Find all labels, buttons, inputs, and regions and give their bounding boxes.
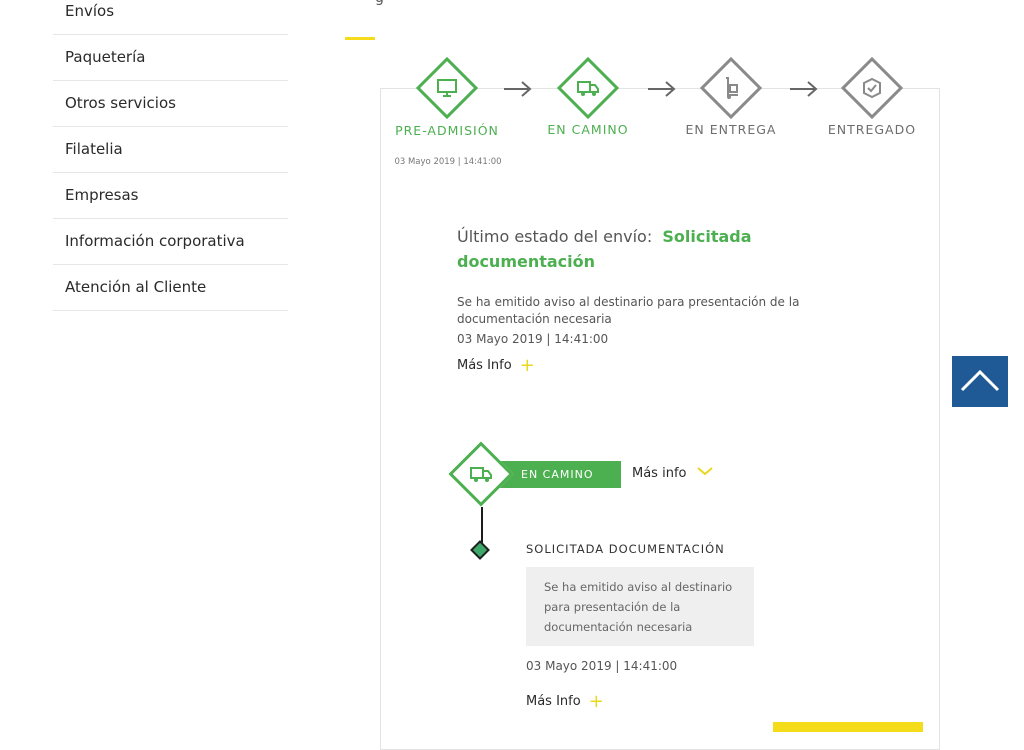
plus-icon: + bbox=[519, 355, 535, 376]
step-en-entrega-label: EN ENTREGA bbox=[685, 122, 777, 137]
hand-truck-icon bbox=[726, 77, 738, 99]
sidebar-item-otros-servicios[interactable]: Otros servicios bbox=[53, 81, 288, 127]
arrow-icon bbox=[504, 81, 532, 97]
last-status-description: Se ha emitido aviso al destinario para p… bbox=[457, 295, 800, 326]
computer-icon bbox=[437, 79, 457, 97]
more-info-link[interactable]: Más Info + bbox=[457, 355, 535, 376]
more-info-dropdown-label: Más info bbox=[632, 466, 687, 481]
more-info-dropdown[interactable]: Más info bbox=[632, 466, 713, 481]
last-status-prefix: Último estado del envío: bbox=[457, 227, 653, 246]
step-preadmision-label: PRE-ADMISIÓN bbox=[387, 122, 507, 139]
truck-icon bbox=[577, 81, 599, 96]
sidebar-item-empresas[interactable]: Empresas bbox=[53, 173, 288, 219]
timeline-stage-bar: EN CAMINO bbox=[495, 461, 621, 488]
sidebar-nav: Envíos Paquetería Otros servicios Filate… bbox=[53, 0, 288, 311]
sidebar-item-envios[interactable]: Envíos bbox=[53, 0, 288, 35]
more-info-label: Más Info bbox=[457, 358, 512, 373]
timeline-event-description: Se ha emitido aviso al destinario para p… bbox=[526, 567, 754, 646]
plus-icon: + bbox=[588, 691, 604, 712]
sidebar-item-paqueteria[interactable]: Paquetería bbox=[53, 35, 288, 81]
title-underline bbox=[345, 37, 375, 40]
timeline-connector bbox=[481, 507, 483, 545]
scroll-top-button[interactable] bbox=[952, 356, 1008, 407]
timeline-stage-label: EN CAMINO bbox=[521, 468, 594, 481]
sidebar-item-filatelia[interactable]: Filatelia bbox=[53, 127, 288, 173]
header-partial-text: g bbox=[375, 0, 384, 6]
last-status-date: 03 Mayo 2019 | 14:41:00 bbox=[457, 332, 609, 346]
step-entregado-label: ENTREGADO bbox=[827, 122, 917, 137]
action-button[interactable] bbox=[773, 722, 923, 732]
step-preadmision-date: 03 Mayo 2019 | 14:41:00 bbox=[394, 157, 502, 167]
arrow-icon bbox=[790, 81, 818, 97]
truck-icon bbox=[470, 467, 492, 482]
timeline-more-info-link[interactable]: Más Info + bbox=[526, 691, 604, 712]
tracking-card bbox=[380, 88, 940, 750]
timeline-event-title: SOLICITADA DOCUMENTACIÓN bbox=[526, 542, 725, 556]
step-en-camino-label: EN CAMINO bbox=[547, 122, 629, 137]
step-preadmision-text: PRE-ADMISIÓN bbox=[395, 123, 499, 138]
timeline-more-info-label: Más Info bbox=[526, 694, 581, 709]
sidebar-item-atencion-cliente[interactable]: Atención al Cliente bbox=[53, 265, 288, 311]
arrow-icon bbox=[648, 81, 676, 97]
sidebar-item-informacion-corporativa[interactable]: Información corporativa bbox=[53, 219, 288, 265]
box-check-icon bbox=[863, 77, 881, 99]
last-status: Último estado del envío: Solicitada docu… bbox=[457, 224, 787, 274]
chevron-up-icon bbox=[960, 369, 1000, 392]
chevron-down-icon bbox=[696, 467, 713, 475]
timeline-event-date: 03 Mayo 2019 | 14:41:00 bbox=[526, 659, 678, 673]
